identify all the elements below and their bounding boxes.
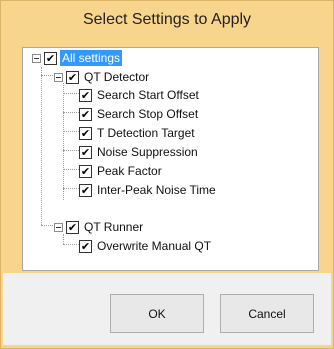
tree-label: Search Start Offset — [97, 88, 199, 102]
tree-connector — [63, 131, 79, 132]
checkbox-overwrite-manual-qt[interactable]: ✔ — [79, 239, 92, 253]
tree-label-qt-runner: QT Runner — [84, 220, 144, 234]
checkbox-qt-runner[interactable]: ✔ — [66, 220, 79, 234]
tree-label: Peak Factor — [97, 164, 162, 178]
dialog-title: Select Settings to Apply — [82, 11, 252, 28]
checkbox-search-stop-offset[interactable]: ✔ — [79, 107, 92, 121]
tree-connector — [63, 188, 79, 189]
checkbox-noise-suppression[interactable]: ✔ — [79, 145, 92, 159]
tree-connector — [63, 112, 79, 113]
tree-node-all-settings[interactable]: ✔ All settings — [32, 49, 123, 67]
tree-label: Noise Suppression — [97, 145, 198, 159]
checkbox-qt-detector[interactable]: ✔ — [66, 70, 79, 84]
tree-node-t-detection-target[interactable]: ✔ T Detection Target — [79, 124, 197, 142]
collapse-icon[interactable] — [54, 72, 63, 82]
tree-connector — [63, 244, 79, 245]
tree-connector — [63, 83, 64, 200]
tree-node-inter-peak-noise-time[interactable]: ✔ Inter-Peak Noise Time — [79, 181, 218, 199]
tree-label: Overwrite Manual QT — [97, 239, 212, 253]
tree-node-noise-suppression[interactable]: ✔ Noise Suppression — [79, 143, 200, 161]
checkbox-inter-peak-noise-time[interactable]: ✔ — [79, 183, 92, 197]
checkbox-t-detection-target[interactable]: ✔ — [79, 126, 92, 140]
settings-dialog: Select Settings to Apply ✔ All settings … — [0, 0, 334, 349]
tree-label-all-settings: All settings — [60, 50, 123, 66]
tree-node-search-stop-offset[interactable]: ✔ Search Stop Offset — [79, 105, 200, 123]
checkbox-search-start-offset[interactable]: ✔ — [79, 88, 92, 102]
collapse-icon[interactable] — [32, 53, 41, 63]
button-bar: OK Cancel — [3, 273, 331, 345]
tree-node-peak-factor[interactable]: ✔ Peak Factor — [79, 162, 164, 180]
tree-connector — [41, 75, 55, 76]
tree-connector — [63, 150, 79, 151]
tree-label: T Detection Target — [97, 126, 195, 140]
tree-label: Inter-Peak Noise Time — [97, 183, 216, 197]
tree-node-search-start-offset[interactable]: ✔ Search Start Offset — [79, 86, 201, 104]
tree-node-overwrite-manual-qt[interactable]: ✔ Overwrite Manual QT — [79, 237, 213, 255]
tree-label: Search Stop Offset — [97, 107, 199, 121]
tree-connector — [41, 225, 55, 226]
cancel-button[interactable]: Cancel — [220, 294, 314, 333]
tree-connector — [41, 67, 42, 225]
checkbox-peak-factor[interactable]: ✔ — [79, 164, 92, 178]
settings-tree: ✔ All settings ✔ QT Detector ✔ Search St… — [22, 47, 319, 271]
tree-connector — [63, 169, 79, 170]
ok-button[interactable]: OK — [110, 294, 204, 333]
checkbox-all-settings[interactable]: ✔ — [44, 51, 57, 65]
tree-node-qt-detector[interactable]: ✔ QT Detector — [54, 68, 151, 86]
tree-connector — [63, 93, 79, 94]
tree-label-qt-detector: QT Detector — [84, 70, 150, 84]
collapse-icon[interactable] — [54, 222, 63, 232]
tree-node-qt-runner[interactable]: ✔ QT Runner — [54, 218, 145, 236]
